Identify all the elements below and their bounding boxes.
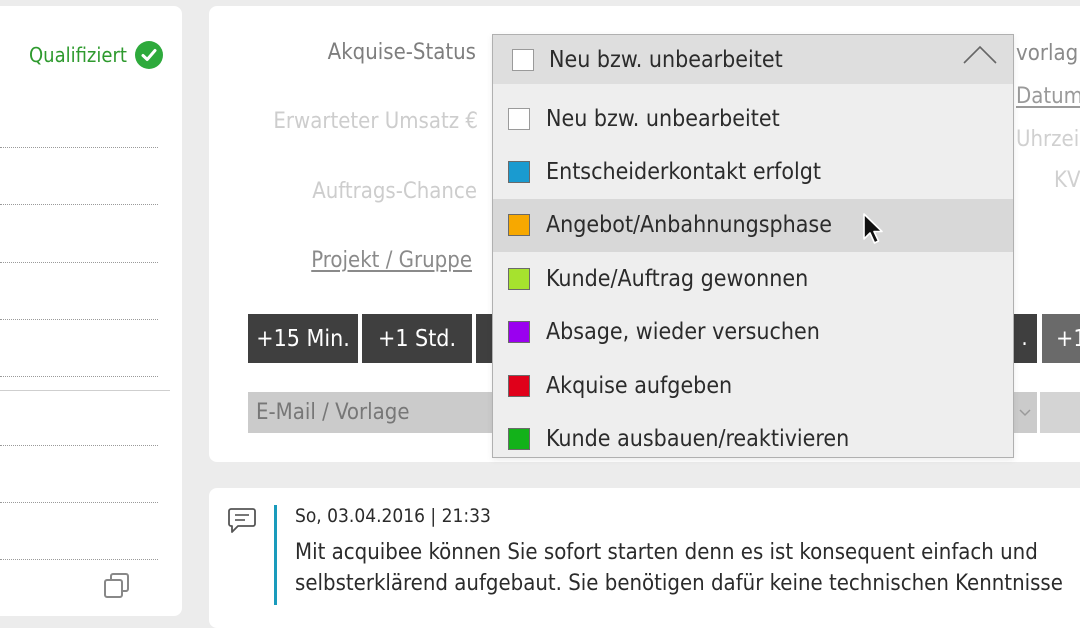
selected-status-label: Neu bzw. unbearbeitet (549, 46, 783, 73)
status-option-label: Kunde/Auftrag gewonnen (546, 265, 809, 292)
vorlage-label: vorlag (1016, 41, 1079, 66)
status-option-label: Akquise aufgeben (546, 372, 733, 399)
comment-icon (227, 507, 257, 539)
status-option-label: Neu bzw. unbearbeitet (546, 105, 780, 132)
dropdown-selected[interactable]: Neu bzw. unbearbeitet (493, 35, 1013, 84)
datum-link[interactable]: Datum (1016, 84, 1080, 109)
status-color-swatch (508, 214, 530, 237)
note-accent-bar (274, 505, 277, 605)
status-option-label: Absage, wieder versuchen (546, 319, 820, 346)
chevron-down-icon[interactable] (1012, 392, 1037, 433)
status-option-label: Entscheiderkontakt erfolgt (546, 158, 821, 185)
status-option[interactable]: Neu bzw. unbearbeitet (493, 92, 1013, 145)
secondary-field[interactable] (1040, 392, 1080, 433)
sidebar-panel (0, 6, 182, 616)
status-color-swatch (508, 321, 530, 344)
chevron-up-icon[interactable] (963, 45, 997, 69)
akquise-status-dropdown[interactable]: Neu bzw. unbearbeitet Neu bzw. unbearbei… (492, 34, 1014, 458)
projekt-gruppe-link[interactable]: Projekt / Gruppe (311, 248, 472, 273)
copy-icon[interactable] (103, 573, 131, 603)
email-template-select[interactable]: E-Mail / Vorlage (248, 392, 508, 433)
note-body: Mit acquibee können Sie sofort starten d… (295, 537, 1080, 599)
status-option[interactable]: Absage, wieder versuchen (493, 306, 1013, 359)
status-option-label: Angebot/Anbahnungsphase (546, 212, 832, 239)
add-15-min-button[interactable]: +15 Min. (248, 314, 358, 363)
divider (0, 262, 158, 263)
status-color-swatch (508, 267, 530, 290)
kv-label: KV (1054, 168, 1080, 193)
status-option-label: Kunde ausbauen/reaktivieren (546, 425, 850, 452)
note-timestamp: So, 03.04.2016 | 21:33 (295, 505, 491, 527)
status-option[interactable]: Kunde ausbauen/reaktivieren (493, 412, 1013, 465)
check-circle-icon (134, 41, 163, 69)
status-color-swatch (508, 107, 530, 130)
qualified-status: Qualifiziert (29, 41, 163, 69)
note-line: Mit acquibee können Sie sofort starten d… (295, 540, 1038, 565)
divider (0, 376, 158, 377)
add-1-hour-button[interactable]: +1 Std. (362, 314, 472, 363)
akquise-status-label: Akquise-Status (327, 40, 476, 65)
quick-time-button-partial[interactable]: . (1012, 314, 1037, 363)
erwarteter-umsatz-label: Erwarteter Umsatz € (273, 109, 478, 134)
status-color-swatch (508, 160, 530, 183)
divider (0, 445, 158, 446)
mouse-cursor-icon (863, 213, 883, 244)
status-option[interactable]: Kunde/Auftrag gewonnen (493, 252, 1013, 305)
qualified-label: Qualifiziert (29, 43, 127, 67)
note-line: selbsterklärend aufgebaut. Sie benötigen… (295, 571, 1063, 596)
divider (0, 319, 158, 320)
divider (0, 147, 158, 148)
status-color-swatch (508, 427, 530, 450)
status-option[interactable]: Entscheiderkontakt erfolgt (493, 145, 1013, 198)
quick-time-button-partial[interactable]: +1 (1042, 314, 1080, 363)
status-option[interactable]: Akquise aufgeben (493, 359, 1013, 412)
status-option[interactable]: Angebot/Anbahnungsphase (493, 198, 1013, 252)
divider (0, 559, 158, 560)
status-color-swatch (512, 48, 534, 71)
auftrags-chance-label: Auftrags-Chance (312, 179, 477, 204)
divider (0, 502, 158, 503)
uhrzeit-label: Uhrzei (1016, 127, 1080, 152)
status-color-swatch (508, 374, 530, 397)
divider (0, 204, 158, 205)
divider (0, 390, 170, 391)
